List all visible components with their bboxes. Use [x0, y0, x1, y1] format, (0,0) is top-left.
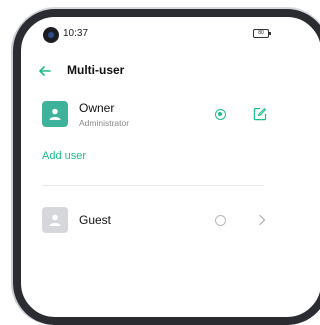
user-name: Guest	[79, 213, 112, 227]
user-row-owner[interactable]: Owner Administrator	[31, 95, 297, 133]
avatar	[42, 101, 68, 127]
divider	[42, 185, 264, 186]
guest-radio[interactable]	[215, 215, 226, 226]
status-bar: 10:37 80	[21, 17, 297, 47]
toolbar: Multi-user	[21, 59, 297, 83]
chevron-right-icon[interactable]	[257, 214, 267, 226]
person-icon	[49, 108, 61, 120]
user-role: Administrator	[79, 118, 130, 128]
add-user-button[interactable]: Add user	[42, 150, 86, 162]
edit-icon[interactable]	[253, 107, 267, 121]
front-camera	[43, 27, 59, 43]
arrow-left-icon[interactable]	[37, 63, 53, 79]
person-icon	[49, 214, 61, 226]
user-row-guest[interactable]: Guest	[31, 201, 297, 239]
page-title: Multi-user	[67, 63, 125, 77]
phone-screen: 10:37 80 Multi-user Owner Administrator …	[21, 17, 297, 266]
status-time: 10:37	[63, 28, 89, 39]
battery-icon: 80	[253, 29, 271, 38]
user-name: Owner	[79, 101, 115, 115]
owner-radio-selected[interactable]	[215, 109, 226, 120]
avatar	[42, 207, 68, 233]
